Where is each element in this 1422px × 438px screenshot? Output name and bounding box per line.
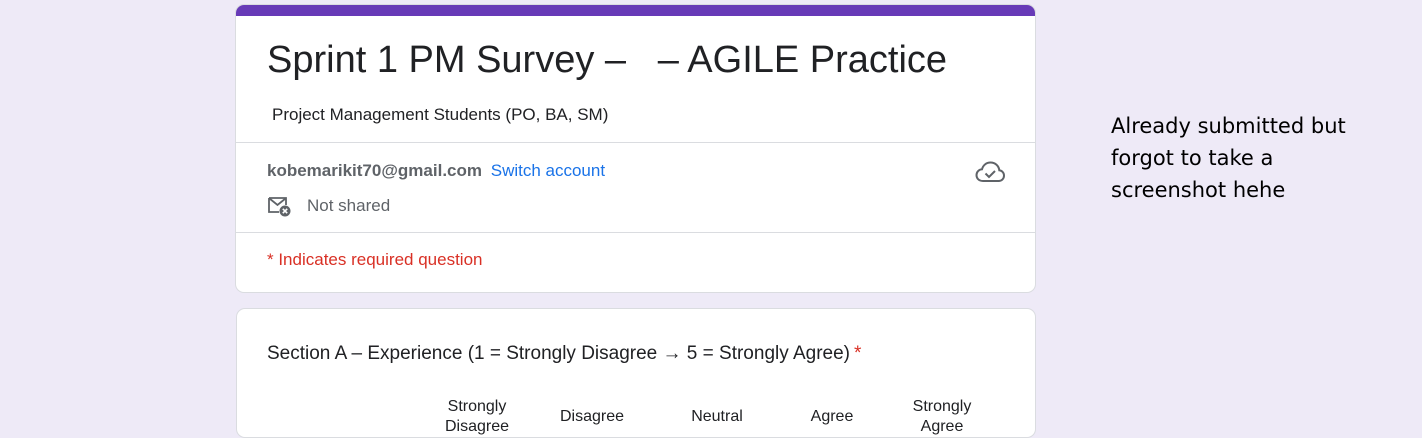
scale-label-neutral: Neutral	[691, 408, 743, 425]
scale-label-strongly-agree: Strongly Agree	[912, 398, 972, 435]
header-divider	[236, 232, 1035, 233]
email-sharing-status: Not shared	[267, 194, 390, 218]
required-asterisk: *	[854, 343, 862, 364]
sharing-status-label: Not shared	[307, 196, 391, 215]
header-accent-bar	[236, 5, 1035, 16]
required-note: * Indicates required question	[267, 250, 483, 269]
form-title: Sprint 1 PM Survey – – AGILE Practice	[267, 39, 948, 81]
scale-label-strongly-disagree: Strongly Disagree	[444, 398, 510, 435]
scale-label-agree: Agree	[810, 408, 854, 425]
question-card: Section A – Experience (1 = Strongly Dis…	[236, 308, 1036, 438]
account-line: kobemarikit70@gmail.com Switch account	[267, 161, 605, 181]
mail-not-shared-icon	[267, 195, 291, 217]
account-email: kobemarikit70@gmail.com	[267, 161, 482, 180]
form-subtitle: Project Management Students (PO, BA, SM)	[272, 105, 609, 124]
header-divider	[236, 142, 1035, 143]
switch-account-link[interactable]: Switch account	[491, 161, 605, 180]
question-title-text: Section A – Experience (1 = Strongly Dis…	[267, 343, 850, 364]
scale-label-disagree: Disagree	[559, 408, 625, 425]
question-title: Section A – Experience (1 = Strongly Dis…	[267, 343, 861, 365]
side-note: Already submitted but forgot to take a s…	[1111, 114, 1346, 202]
cloud-saved-icon[interactable]	[974, 159, 1006, 185]
form-header-card: Sprint 1 PM Survey – – AGILE Practice Pr…	[235, 4, 1036, 293]
